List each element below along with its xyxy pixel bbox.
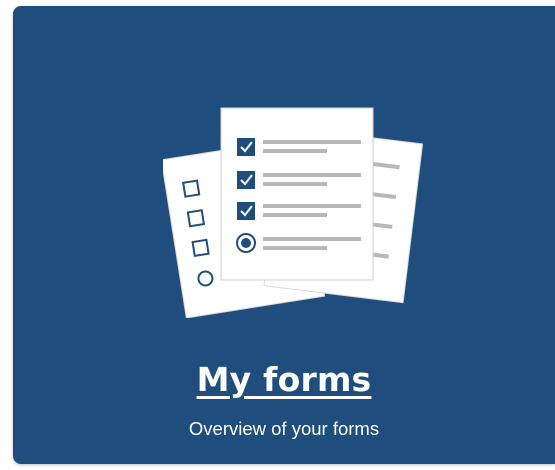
- forms-stack-icon: [163, 98, 423, 318]
- front-sheet: [220, 107, 374, 281]
- my-forms-card[interactable]: My forms Overview of your forms: [13, 6, 555, 464]
- card-subtitle: Overview of your forms: [188, 418, 380, 439]
- card-title[interactable]: My forms: [13, 360, 555, 399]
